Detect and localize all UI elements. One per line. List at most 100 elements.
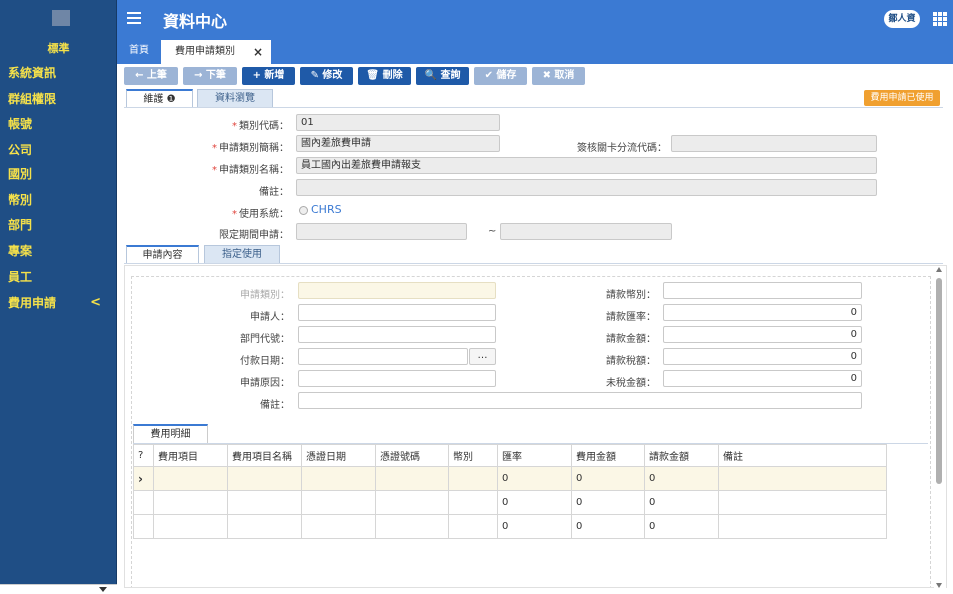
table-cell[interactable] [301, 466, 376, 491]
hamburger-menu-icon[interactable] [127, 12, 141, 24]
column-header[interactable]: 費用金額 [571, 444, 645, 467]
sidebar-item-group-permissions[interactable]: 群組權限 [0, 88, 117, 110]
period-label: 限定期間申請： [219, 230, 289, 241]
delete-button[interactable]: 🗑 刪除 [358, 67, 411, 85]
system-radio[interactable] [299, 206, 308, 215]
sidebar-item-currency[interactable]: 幣別 [0, 189, 117, 211]
pay-date-field[interactable] [298, 348, 468, 365]
applicant-field[interactable] [298, 304, 496, 321]
rate-field[interactable]: 0 [663, 304, 862, 321]
sidebar-item-company[interactable]: 公司 [0, 139, 117, 161]
table-cell[interactable] [153, 490, 228, 515]
tab-apply-content[interactable]: 申請內容 [126, 245, 199, 263]
tab-assign-use[interactable]: 指定使用 [204, 245, 280, 263]
table-cell[interactable]: 0 [644, 490, 719, 515]
type-name-field[interactable]: 員工國內出差旅費申請報支 [296, 157, 877, 174]
column-header[interactable]: 憑證號碼 [375, 444, 449, 467]
sidebar-item-project[interactable]: 專案 [0, 240, 117, 262]
table-cell[interactable] [718, 514, 887, 539]
table-cell[interactable]: 0 [571, 490, 645, 515]
table-cell[interactable]: 0 [497, 466, 572, 491]
table-cell[interactable] [301, 514, 376, 539]
amount-field[interactable]: 0 [663, 326, 862, 343]
sidebar-item-account[interactable]: 帳號 [0, 113, 117, 135]
apps-grid-icon[interactable] [933, 12, 947, 26]
approve-code-field[interactable] [671, 135, 877, 152]
save-button[interactable]: ✔ 儲存 [474, 67, 527, 85]
table-cell[interactable] [375, 490, 449, 515]
type-code-field[interactable]: 01 [296, 114, 500, 131]
table-cell[interactable]: 0 [644, 466, 719, 491]
table-cell[interactable] [448, 514, 498, 539]
tab-expense-detail[interactable]: 費用明細 [133, 424, 208, 443]
table-cell[interactable]: 0 [571, 466, 645, 491]
close-icon[interactable]: × [253, 40, 263, 64]
table-cell[interactable]: 0 [571, 514, 645, 539]
table-cell[interactable] [227, 466, 302, 491]
column-header[interactable]: 備註 [718, 444, 887, 467]
tab-maintain[interactable]: 維護 ❶ [126, 89, 193, 107]
expense-detail-table: ? 費用項目 費用項目名稱 憑證日期 憑證號碼 幣別 匯率 費用金額 請款金額 … [133, 444, 887, 539]
table-cell[interactable] [718, 466, 887, 491]
panel-note-field[interactable] [298, 392, 862, 409]
note-field[interactable] [296, 179, 877, 196]
tab-divider [124, 107, 943, 108]
table-row[interactable]: 0 0 0 [133, 514, 887, 539]
table-cell[interactable] [448, 466, 498, 491]
caret-down-icon[interactable] [99, 587, 107, 592]
column-header[interactable]: 請款金額 [644, 444, 719, 467]
help-icon[interactable]: ? [133, 444, 154, 467]
tab-browse[interactable]: 資料瀏覽 [197, 89, 273, 107]
sidebar-item-country[interactable]: 國別 [0, 163, 117, 185]
table-cell[interactable]: 0 [497, 514, 572, 539]
untaxed-label: 未稅金額： [606, 378, 656, 389]
cancel-button[interactable]: ✖ 取消 [532, 67, 585, 85]
table-cell[interactable] [227, 514, 302, 539]
scroll-up-icon[interactable] [936, 267, 942, 272]
reason-field[interactable] [298, 370, 496, 387]
column-header[interactable]: 憑證日期 [301, 444, 376, 467]
section-divider [124, 263, 943, 264]
edit-button[interactable]: ✎ 修改 [300, 67, 353, 85]
tab-expense-type[interactable]: 費用申請類別 × [161, 40, 271, 64]
type-short-field[interactable]: 國內差旅費申請 [296, 135, 500, 152]
dept-field[interactable] [298, 326, 496, 343]
table-cell[interactable] [301, 490, 376, 515]
prev-button[interactable]: ← 上筆 [124, 67, 178, 85]
table-cell[interactable] [227, 490, 302, 515]
period-end-field[interactable] [500, 223, 672, 240]
query-button[interactable]: 🔍 查詢 [416, 67, 469, 85]
date-picker-button[interactable]: … [469, 348, 496, 365]
table-cell[interactable] [448, 490, 498, 515]
table-cell[interactable]: 0 [497, 490, 572, 515]
next-button[interactable]: → 下筆 [183, 67, 237, 85]
user-button[interactable]: 鄒人資 [884, 10, 920, 28]
sidebar-item-employee[interactable]: 員工 [0, 266, 117, 288]
table-cell[interactable] [718, 490, 887, 515]
add-button[interactable]: + 新增 [242, 67, 295, 85]
table-cell[interactable] [375, 514, 449, 539]
status-badge: 費用申請已使用 [864, 90, 940, 106]
column-header[interactable]: 費用項目 [153, 444, 228, 467]
scrollbar-thumb[interactable] [936, 278, 942, 484]
sidebar-item-system-info[interactable]: 系統資訊 [0, 62, 117, 84]
table-cell[interactable]: 0 [644, 514, 719, 539]
tax-field[interactable]: 0 [663, 348, 862, 365]
apply-type-field[interactable] [298, 282, 496, 299]
sidebar-item-department[interactable]: 部門 [0, 214, 117, 236]
column-header[interactable]: 費用項目名稱 [227, 444, 302, 467]
untaxed-field[interactable]: 0 [663, 370, 862, 387]
table-row[interactable]: › 0 0 0 [133, 466, 887, 491]
sidebar-item-expense-application[interactable]: 費用申請 < [0, 292, 117, 314]
scroll-down-icon[interactable] [936, 583, 942, 588]
currency-field[interactable] [663, 282, 862, 299]
page-title: 資料中心 [163, 12, 228, 31]
period-start-field[interactable] [296, 223, 467, 240]
column-header[interactable]: 匯率 [497, 444, 572, 467]
table-row[interactable]: 0 0 0 [133, 490, 887, 515]
table-cell[interactable] [153, 466, 228, 491]
table-cell[interactable] [153, 514, 228, 539]
table-cell[interactable] [375, 466, 449, 491]
column-header[interactable]: 幣別 [448, 444, 498, 467]
tab-home[interactable]: 首頁 [117, 38, 161, 64]
